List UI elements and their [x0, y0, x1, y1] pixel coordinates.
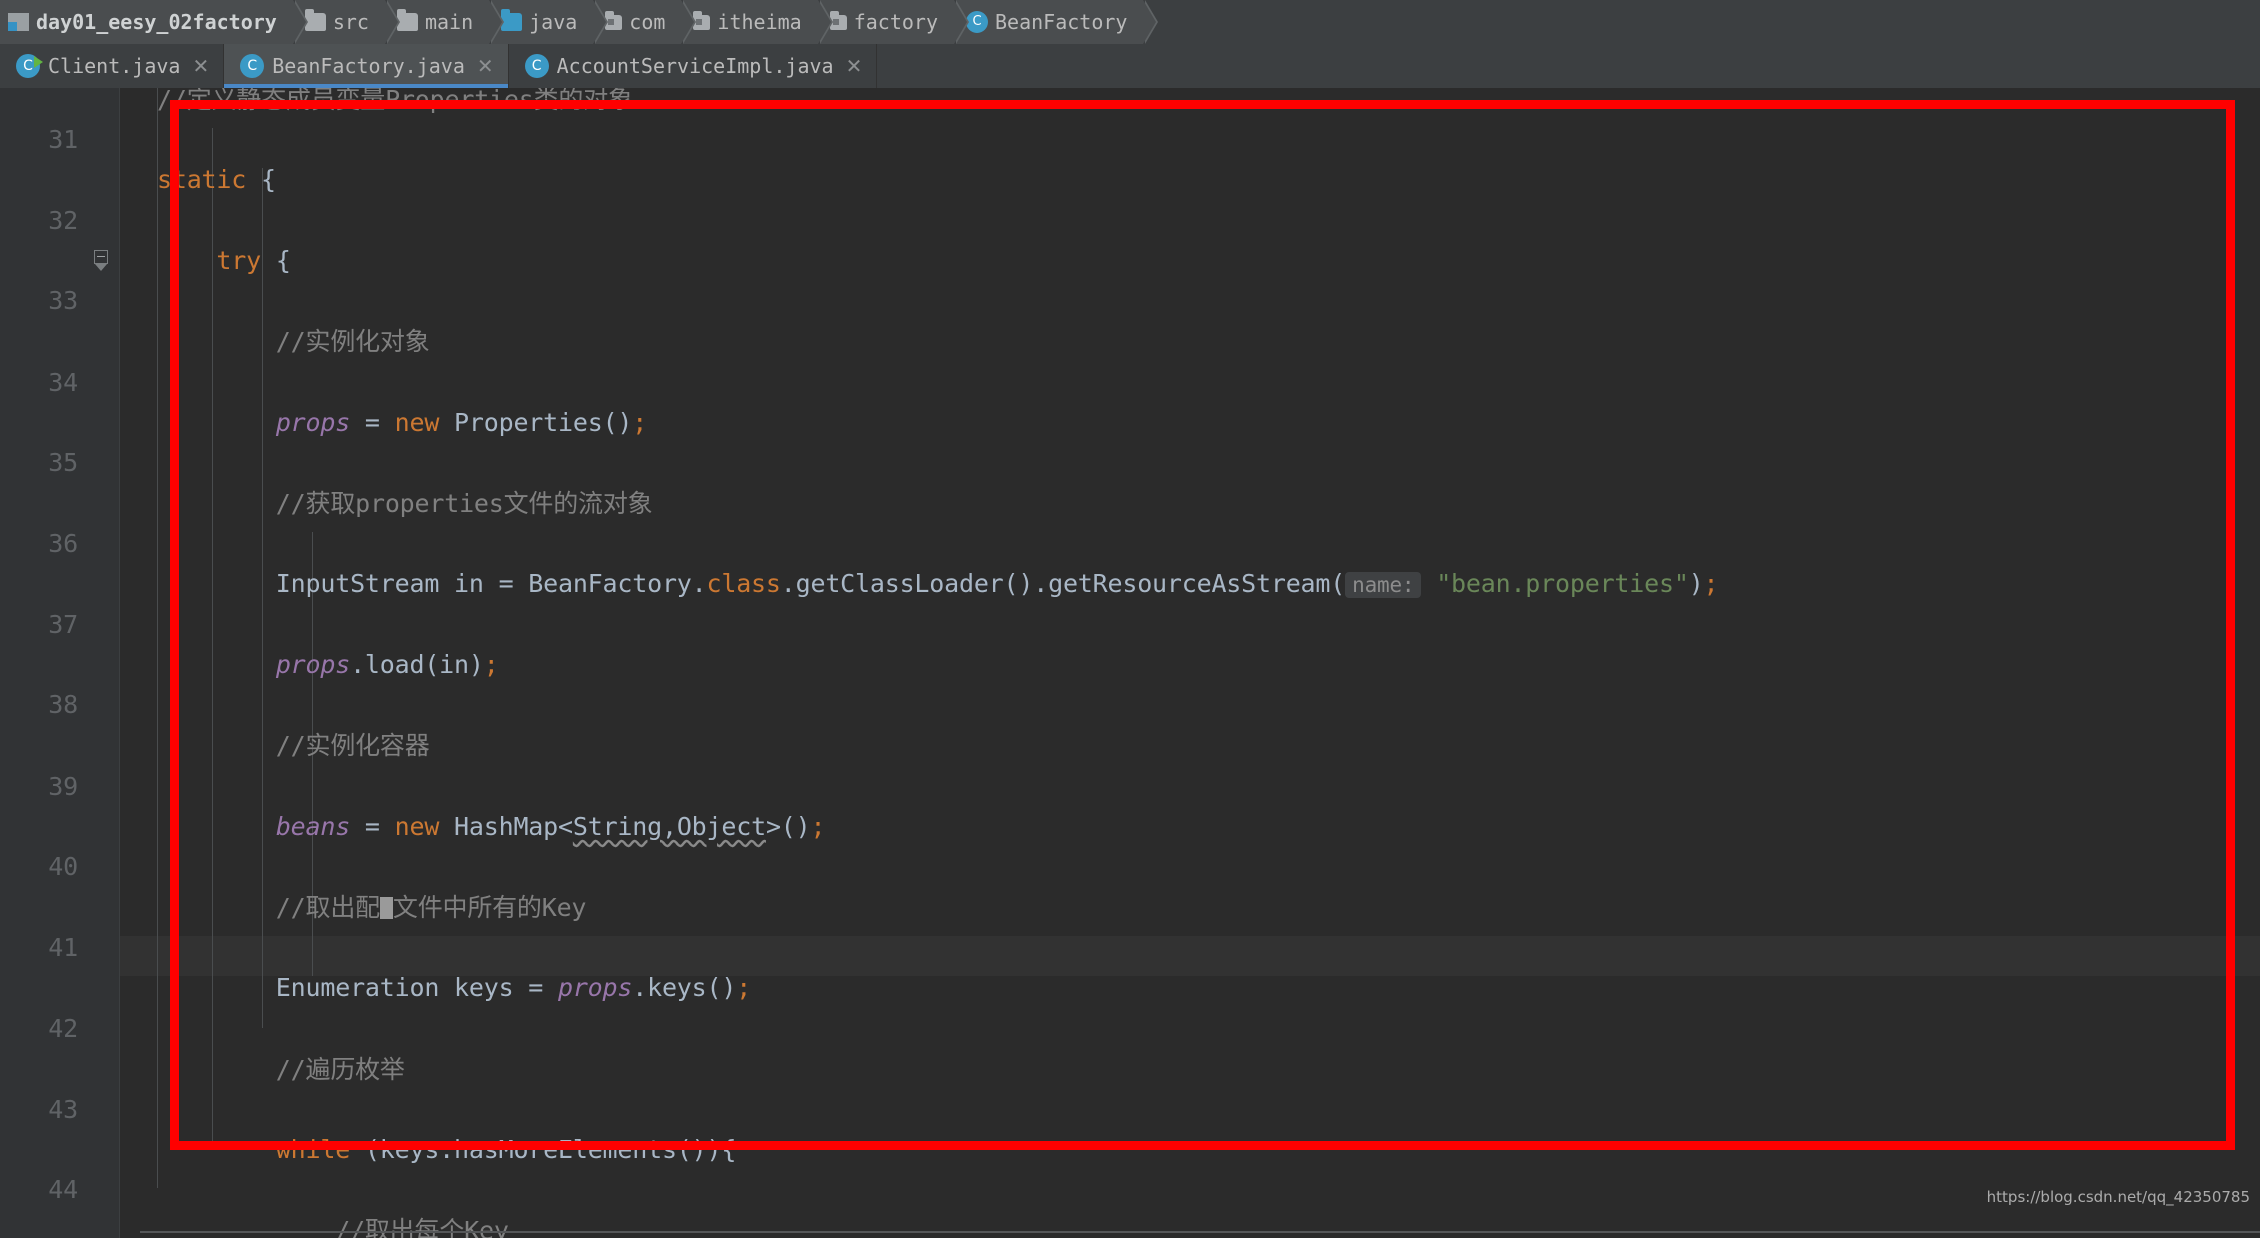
line-number: 43	[48, 1095, 78, 1125]
close-icon[interactable]: ✕	[846, 56, 863, 76]
breadcrumb-separator	[489, 0, 503, 44]
code-line[interactable]: 45 //取出每个Key	[0, 1211, 2260, 1238]
watermark: https://blog.csdn.net/qq_42350785	[1986, 1188, 2250, 1206]
line-number: 34	[48, 367, 78, 397]
code-text: beans = new HashMap<String,Object>();	[275, 811, 826, 841]
code-text: //实例化对象	[157, 327, 430, 357]
class-icon: C	[966, 11, 989, 33]
java-class-icon: C	[16, 54, 43, 78]
close-icon[interactable]: ✕	[192, 56, 209, 76]
code-text: //获取properties文件的流对象	[157, 488, 653, 518]
tab-label: BeanFactory.java	[272, 54, 465, 78]
code-text: try {	[216, 245, 291, 275]
code-text: //取出配 文件中所有的Key	[157, 892, 587, 922]
line-number: 40	[48, 851, 78, 881]
java-class-icon: C	[240, 54, 265, 78]
breadcrumb-separator	[817, 0, 831, 44]
breadcrumb-label: main	[424, 10, 474, 34]
breadcrumb-label: day01_eesy_02factory	[36, 10, 277, 34]
close-icon[interactable]: ✕	[477, 56, 494, 76]
code-line[interactable]: 39 //实例化容器	[0, 726, 2260, 800]
breadcrumb-label: itheima	[717, 10, 802, 34]
code-editor[interactable]: 31 //定义静态成员变量Properties类的对象 32 static { …	[0, 88, 2260, 1238]
breadcrumb: day01_eesy_02factory src main java com i…	[0, 0, 2260, 45]
line-number: 35	[48, 447, 78, 477]
java-class-icon: C	[524, 54, 549, 78]
tab-beanfactory-java[interactable]: C BeanFactory.java ✕	[224, 44, 509, 88]
code-text: //遍历枚举	[157, 1054, 405, 1084]
line-number: 31	[48, 125, 78, 155]
code-line[interactable]: 32 static {	[0, 160, 2260, 272]
code-line[interactable]: 41 //取出配 文件中所有的Key	[0, 888, 2260, 962]
tab-label: AccountServiceImpl.java	[556, 54, 834, 78]
line-number: 38	[48, 690, 78, 720]
code-line[interactable]: 34 //实例化对象	[0, 322, 2260, 396]
breadcrumb-label: com	[629, 10, 666, 34]
code-text: props.load(in);	[275, 649, 499, 679]
breadcrumb-item-module[interactable]: day01_eesy_02factory	[0, 0, 308, 44]
code-line[interactable]: 31 //定义静态成员变量Properties类的对象	[0, 88, 2260, 154]
line-number: 42	[48, 1013, 78, 1043]
code-line[interactable]: 38 props.load(in);	[0, 645, 2260, 719]
code-line[interactable]: 44 while (keys.hasMoreElements()){	[0, 1130, 2260, 1204]
code-line[interactable]: 36 //获取properties文件的流对象	[0, 484, 2260, 558]
code-text: static {	[157, 165, 276, 195]
breadcrumb-separator	[593, 0, 607, 44]
breadcrumb-label: BeanFactory	[995, 10, 1128, 34]
breadcrumb-item-src[interactable]: src	[294, 0, 400, 44]
folder-source-icon	[501, 9, 523, 31]
code-line[interactable]: 35 props = new Properties();	[0, 403, 2260, 477]
code-text: Enumeration keys = props.keys();	[157, 973, 752, 1003]
folder-icon	[304, 9, 326, 31]
code-text: //定义静态成员变量Properties类的对象	[157, 88, 633, 114]
editor-tab-bar: C Client.java ✕ C BeanFactory.java ✕ C A…	[0, 44, 2260, 88]
line-number: 37	[48, 609, 78, 639]
breadcrumb-separator	[681, 0, 695, 44]
code-line[interactable]: 33 try {	[0, 241, 2260, 315]
breadcrumb-separator	[954, 0, 968, 44]
tab-accountserviceimpl-java[interactable]: C AccountServiceImpl.java ✕	[508, 44, 878, 88]
module-icon	[8, 13, 29, 31]
code-text: props = new Properties();	[275, 407, 648, 437]
breadcrumb-label: factory	[853, 10, 939, 34]
breadcrumb-item-java[interactable]: java	[491, 0, 609, 44]
breadcrumb-item-factory[interactable]: factory	[819, 0, 970, 44]
code-text: //实例化容器	[157, 731, 430, 761]
code-line[interactable]: 42 Enumeration keys = props.keys();	[0, 968, 2260, 1042]
breadcrumb-label: java	[529, 10, 578, 34]
breadcrumb-separator	[292, 0, 306, 44]
breadcrumb-label: src	[332, 10, 369, 34]
code-line[interactable]: 43 //遍历枚举	[0, 1050, 2260, 1124]
code-line[interactable]: 40 beans = new HashMap<String,Object>();	[0, 807, 2260, 881]
breadcrumb-separator	[384, 0, 398, 44]
folder-icon	[396, 9, 418, 31]
line-number: 32	[48, 205, 78, 235]
line-number: 33	[48, 286, 78, 316]
section-divider	[140, 1231, 2260, 1233]
parameter-hint: name:	[1345, 572, 1422, 599]
breadcrumb-separator	[1143, 0, 1157, 44]
code-text: //取出每个Key	[157, 1216, 509, 1238]
tab-label: Client.java	[48, 54, 181, 78]
line-number: 44	[48, 1175, 78, 1205]
breadcrumb-item-main[interactable]: main	[386, 0, 505, 44]
code-line[interactable]: 37 InputStream in = BeanFactory.class.ge…	[0, 564, 2260, 638]
code-text: InputStream in = BeanFactory.class.getCl…	[157, 569, 1719, 599]
line-number: 36	[48, 529, 78, 559]
breadcrumb-item-beanfactory[interactable]: C BeanFactory	[956, 0, 1159, 44]
line-number: 39	[48, 771, 78, 801]
tab-client-java[interactable]: C Client.java ✕	[0, 44, 225, 88]
text-cursor-artifact	[379, 896, 393, 919]
line-number: 41	[48, 933, 78, 963]
breadcrumb-item-itheima[interactable]: itheima	[683, 0, 833, 44]
code-text: while (keys.hasMoreElements()){	[275, 1135, 737, 1165]
